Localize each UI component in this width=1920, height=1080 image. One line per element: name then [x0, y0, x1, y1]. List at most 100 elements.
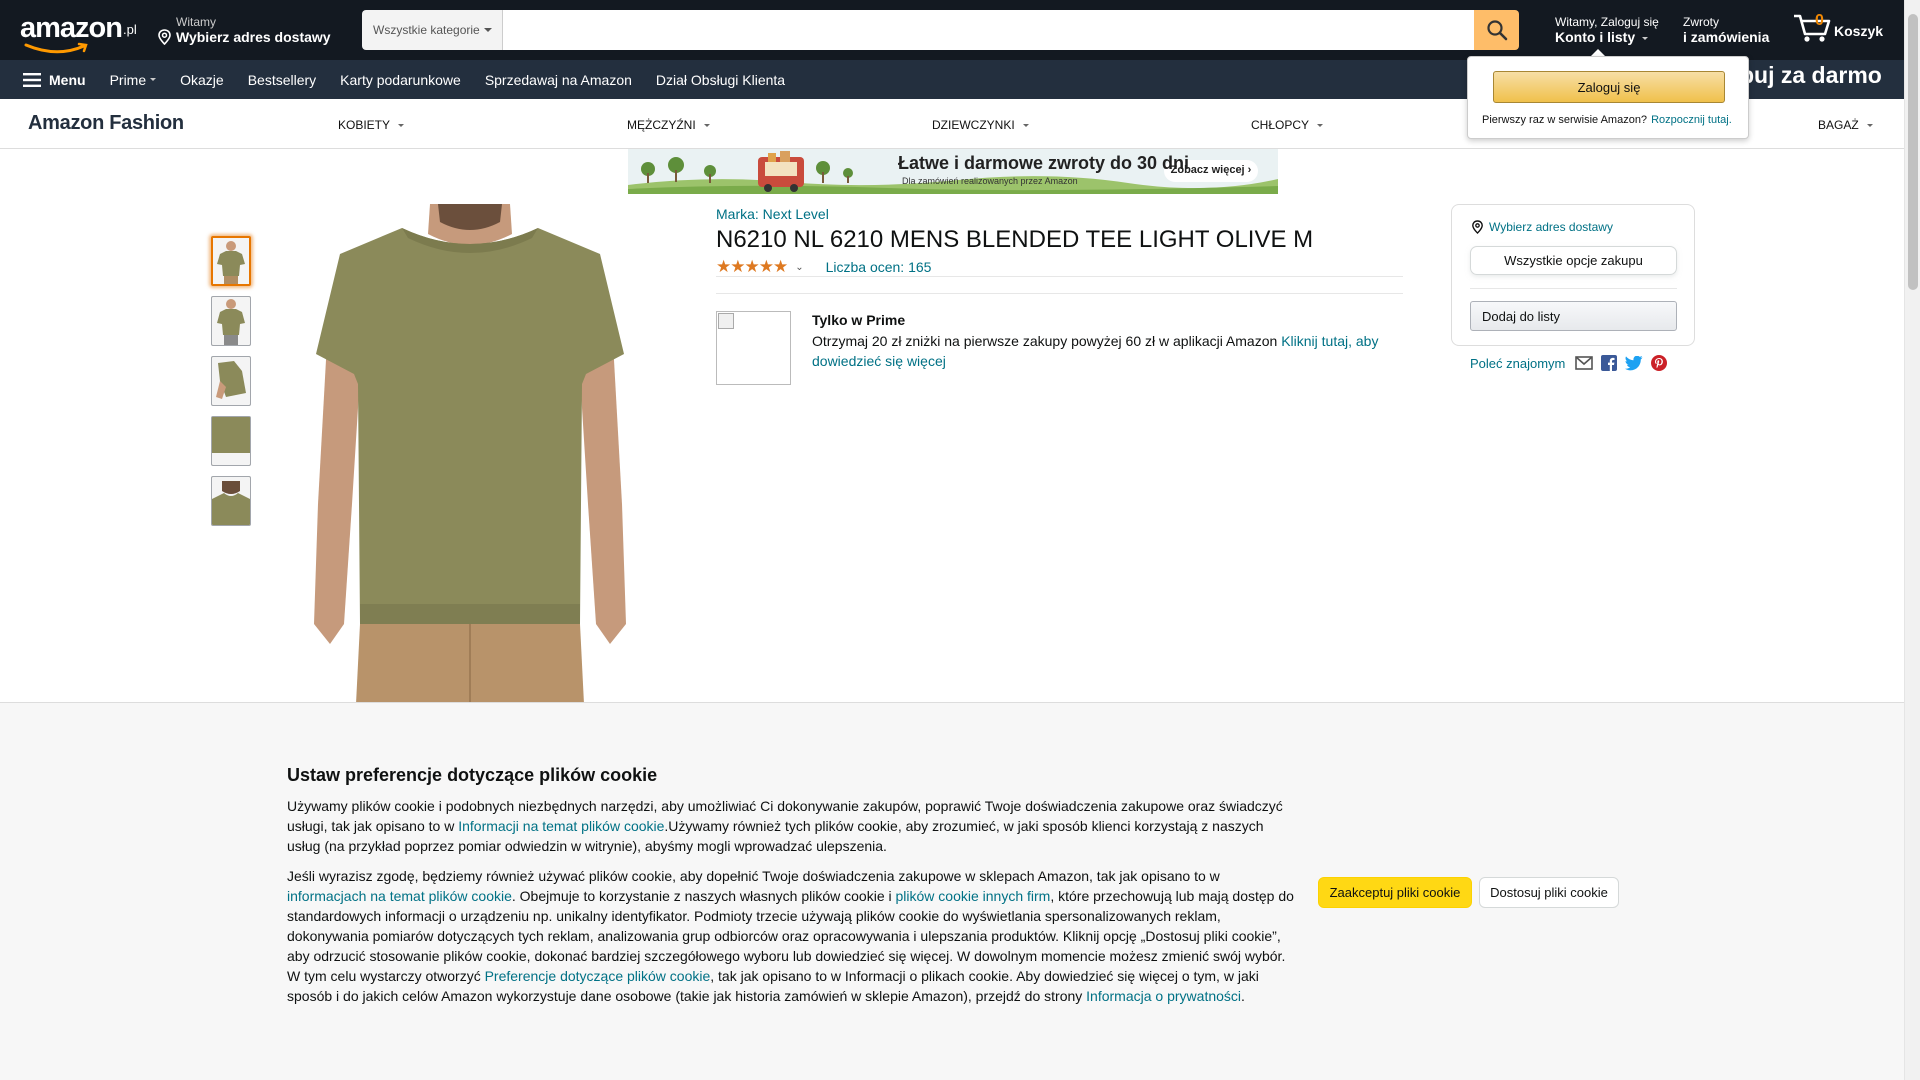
account-lists[interactable]: Witamy, Zaloguj się Konto i listy: [1555, 15, 1659, 45]
hamburger-icon: [23, 72, 41, 87]
thumbnail-4[interactable]: [211, 416, 251, 466]
banner-cta[interactable]: Zobacz więcej ›: [1159, 164, 1263, 176]
nav-item-label: Prime: [109, 71, 147, 88]
category-label: MĘŻCZYŹNI: [627, 118, 696, 132]
category-label: BAGAŻ: [1818, 118, 1859, 132]
scrollbar-thumb[interactable]: [1908, 14, 1918, 290]
thumbnail-image: [212, 477, 250, 525]
fashion-category-luggage[interactable]: BAGAŻ: [1818, 118, 1873, 132]
brand-link[interactable]: Marka: Next Level: [716, 206, 829, 222]
signin-flyout: Zaloguj się Pierwszy raz w serwisie Amaz…: [1467, 56, 1749, 139]
promo-text[interactable]: buj za darmo: [1740, 62, 1882, 89]
returns-orders[interactable]: Zwroty i zamówienia: [1683, 15, 1769, 45]
thumbnail-1[interactable]: [211, 236, 251, 286]
fashion-category-men[interactable]: MĘŻCZYŹNI: [627, 118, 710, 132]
accept-cookies-button[interactable]: Zaakceptuj pliki cookie: [1318, 877, 1472, 908]
all-buying-options-button[interactable]: Wszystkie opcje zakupu: [1470, 246, 1677, 275]
cookie-preferences-link[interactable]: Preferencje dotyczące plików cookie: [485, 968, 711, 984]
chevron-down-icon: [1866, 123, 1873, 127]
deliver-greeting: Witamy: [176, 15, 216, 29]
nav-item-gift-cards[interactable]: Karty podarunkowe: [328, 72, 473, 88]
search-input[interactable]: [503, 10, 1474, 50]
cookie-text: . Obejmuje to korzystanie z naszych włas…: [511, 888, 896, 904]
cookie-paragraph-2: Jeśli wyrazisz zgodę, będziemy również u…: [287, 866, 1297, 1006]
star-rating-icon[interactable]: ★★★★★: [716, 257, 788, 277]
ratings-count-link[interactable]: Liczba ocen: 165: [826, 259, 932, 275]
thumbnail-image: [212, 357, 250, 405]
pinterest-icon[interactable]: [1651, 355, 1668, 371]
cookie-text: Jeśli wyrazisz zgodę, będziemy również u…: [287, 868, 1220, 884]
category-label: KOBIETY: [338, 118, 391, 132]
new-customer-text: Pierwszy raz w serwisie Amazon? Rozpoczni…: [1482, 114, 1732, 126]
search-category-select[interactable]: Wszystkie kategorie: [362, 10, 503, 50]
facebook-icon[interactable]: [1601, 355, 1618, 371]
banner-subline: Dla zamówień realizowanych przez Amazon: [902, 176, 1078, 186]
add-to-list-button[interactable]: Dodaj do listy: [1470, 301, 1677, 331]
search-category-label: Wszystkie kategorie: [373, 23, 480, 37]
cart-count: 0: [1815, 12, 1824, 29]
product-main-image[interactable]: [300, 204, 640, 704]
divider: [716, 276, 1403, 277]
nav-item-bestsellers[interactable]: Bestsellery: [236, 72, 328, 88]
chevron-down-icon: [1317, 123, 1324, 127]
cart-button[interactable]: 0 Koszyk: [1792, 10, 1883, 44]
divider: [716, 293, 1403, 294]
logo-suffix: .pl: [122, 22, 137, 37]
deliver-address: Wybierz adres dostawy: [176, 29, 331, 45]
email-icon[interactable]: [1575, 356, 1594, 370]
thumbnail-list: [211, 236, 251, 536]
thumbnail-image: [212, 297, 250, 345]
third-party-cookies-link[interactable]: plików cookie innych firm: [896, 888, 1051, 904]
thumbnail-image: [212, 417, 250, 465]
fashion-category-women[interactable]: KOBIETY: [338, 118, 405, 132]
cookie-consent-banner: Ustaw preferencje dotyczące plików cooki…: [0, 702, 1904, 1080]
thumbnail-2[interactable]: [211, 296, 251, 346]
location-pin-icon: [158, 29, 171, 45]
amazon-logo[interactable]: amazon .pl: [20, 12, 137, 54]
signin-button[interactable]: Zaloguj się: [1493, 71, 1725, 103]
chevron-down-icon: [703, 123, 710, 127]
nav-item-deals[interactable]: Okazje: [168, 72, 236, 88]
buy-box: Wybierz adres dostawy Wszystkie opcje za…: [1451, 204, 1695, 346]
search-button[interactable]: [1474, 10, 1519, 50]
nav-item-prime[interactable]: Prime: [98, 72, 169, 88]
twitter-icon[interactable]: [1625, 355, 1643, 371]
smile-arrow-icon: [24, 42, 88, 54]
orders-label: i zamówienia: [1683, 29, 1770, 45]
cookie-paragraph-1: Używamy plików cookie i podobnych niezbę…: [287, 796, 1293, 856]
top-nav: amazon .pl Witamy Wybierz adres dostawy …: [0, 0, 1904, 60]
fashion-category-girls[interactable]: DZIEWCZYNKI: [932, 118, 1029, 132]
cookie-info-link[interactable]: informacjach na temat plików cookie: [287, 888, 512, 904]
prime-promo-text: Otrzymaj 20 zł zniżki na pierwsze zakupy…: [812, 331, 1402, 371]
thumbnail-5[interactable]: [211, 476, 251, 526]
share-link[interactable]: Poleć znajomym: [1470, 356, 1565, 371]
customize-cookies-button[interactable]: Dostosuj pliki cookie: [1479, 877, 1619, 908]
search-bar: Wszystkie kategorie: [362, 10, 1519, 50]
deliver-to[interactable]: Witamy Wybierz adres dostawy: [157, 15, 331, 45]
account-greeting: Witamy, Zaloguj się: [1555, 15, 1659, 29]
chevron-down-icon[interactable]: ⌄: [795, 262, 803, 273]
fashion-logo[interactable]: Amazon Fashion: [28, 112, 184, 135]
cookie-info-link[interactable]: Informacji na temat plików cookie: [458, 818, 664, 834]
start-here-link[interactable]: Rozpocznij tutaj.: [1651, 114, 1732, 126]
menu-button[interactable]: Menu: [0, 72, 98, 88]
cookie-text: .: [1241, 988, 1245, 1004]
nav-item-sell[interactable]: Sprzedawaj na Amazon: [473, 72, 644, 88]
chevron-down-icon: [1022, 123, 1029, 127]
select-address-link[interactable]: Wybierz adres dostawy: [1471, 220, 1613, 234]
category-label: DZIEWCZYNKI: [932, 118, 1015, 132]
product-photo: [300, 204, 640, 704]
prime-promo-title: Tylko w Prime: [812, 312, 906, 328]
product-title: N6210 NL 6210 MENS BLENDED TEE LIGHT OLI…: [716, 226, 1314, 253]
category-label: CHŁOPCY: [1251, 118, 1310, 132]
nav-item-customer-service[interactable]: Dział Obsługi Klienta: [644, 72, 797, 88]
cookie-title: Ustaw preferencje dotyczące plików cooki…: [287, 765, 658, 785]
chevron-down-icon: [150, 78, 157, 81]
returns-banner[interactable]: Łatwe i darmowe zwroty do 30 dni Dla zam…: [628, 149, 1278, 194]
new-customer-label: Pierwszy raz w serwisie Amazon?: [1482, 114, 1648, 126]
fashion-category-boys[interactable]: CHŁOPCY: [1251, 118, 1324, 132]
chevron-down-icon: [1642, 36, 1649, 40]
thumbnail-3[interactable]: [211, 356, 251, 406]
scrollbar[interactable]: [1904, 0, 1920, 1080]
privacy-notice-link[interactable]: Informacja o prywatności: [1086, 988, 1241, 1004]
